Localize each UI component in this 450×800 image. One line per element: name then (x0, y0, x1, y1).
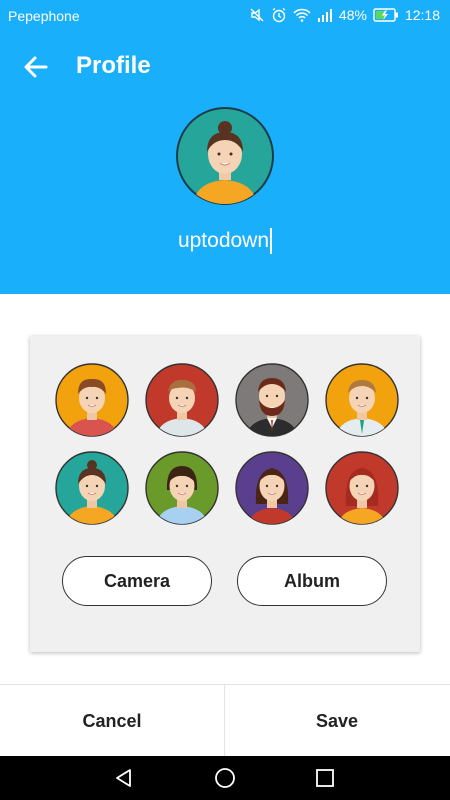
avatar-woman-purple-bg[interactable] (234, 450, 310, 526)
system-nav-bar (0, 756, 450, 800)
avatar-girl-bun-teal-bg[interactable] (54, 450, 130, 526)
clock-time: 12:18 (404, 7, 440, 23)
avatar-bearded-man-gray-bg[interactable] (234, 362, 310, 438)
bottom-actions: Cancel Save (0, 684, 450, 757)
avatar-man-red-bg[interactable] (144, 362, 220, 438)
album-button[interactable]: Album (237, 556, 387, 606)
alarm-icon (271, 7, 287, 23)
avatar-girl-green-bg[interactable] (144, 450, 220, 526)
profile-header: Profile uptodown (0, 32, 450, 294)
avatar-boy-orange-bg[interactable] (54, 362, 130, 438)
avatar-redhead-woman-red-bg[interactable] (324, 450, 400, 526)
username-field-wrap: uptodown (0, 228, 450, 254)
battery-icon (373, 8, 399, 22)
username-field[interactable]: uptodown (178, 228, 273, 254)
back-arrow-icon[interactable] (22, 54, 50, 80)
page-title: Profile (76, 52, 151, 79)
nav-recents-icon[interactable] (313, 766, 337, 790)
save-button[interactable]: Save (225, 685, 449, 757)
signal-icon (317, 7, 333, 23)
wifi-icon (293, 7, 311, 23)
status-bar: Pepephone 48% 12:18 (0, 0, 450, 32)
battery-percent: 48% (338, 7, 367, 23)
avatar-man-tie-orange-bg[interactable] (324, 362, 400, 438)
mute-icon (249, 7, 265, 23)
avatar-picker-card: Camera Album (30, 336, 420, 652)
cancel-button[interactable]: Cancel (0, 685, 224, 757)
current-avatar[interactable] (175, 106, 275, 206)
status-icons: 48% 12:18 (249, 7, 440, 23)
nav-home-icon[interactable] (213, 766, 237, 790)
nav-back-icon[interactable] (112, 766, 136, 790)
camera-button[interactable]: Camera (62, 556, 212, 606)
carrier-name: Pepephone (8, 8, 80, 24)
